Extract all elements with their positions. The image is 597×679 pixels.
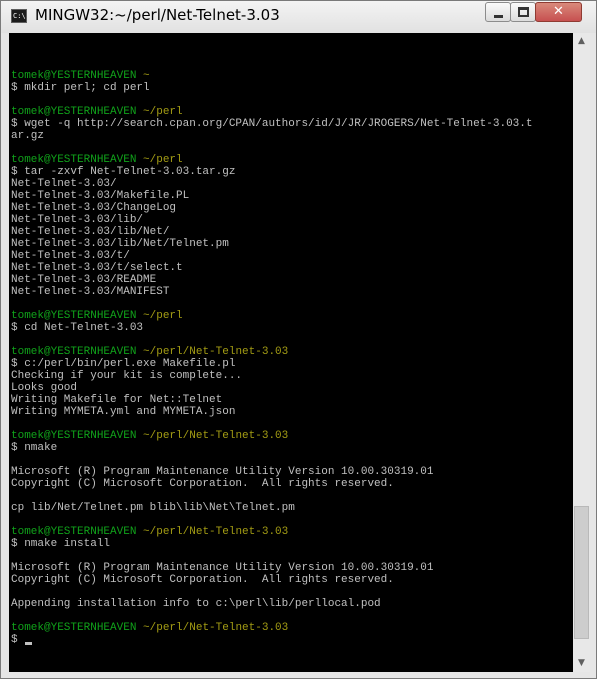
terminal-window: C:\ MINGW32:~/perl/Net-Telnet-3.03 ✕ tom…	[0, 0, 597, 679]
prompt-path: ~/perl	[143, 154, 183, 166]
prompt-user-host: tomek@YESTERNHEAVEN	[11, 106, 137, 118]
prompt-user-host: tomek@YESTERNHEAVEN	[11, 526, 137, 538]
output-line: Writing MYMETA.yml and MYMETA.json	[11, 406, 236, 418]
output-line: Microsoft (R) Program Maintenance Utilit…	[11, 562, 434, 574]
minimize-button[interactable]	[485, 2, 511, 22]
prompt-line: tomek@YESTERNHEAVEN ~/perl	[11, 154, 571, 166]
output-line: Net-Telnet-3.03/lib/	[11, 214, 144, 226]
output-line: Net-Telnet-3.03/t/select.t	[11, 262, 183, 274]
window-title: MINGW32:~/perl/Net-Telnet-3.03	[35, 6, 280, 24]
prompt-user-host: tomek@YESTERNHEAVEN	[11, 310, 137, 322]
scroll-down-arrow-icon[interactable]: ▼	[573, 655, 590, 672]
prompt-line: tomek@YESTERNHEAVEN ~/perl/Net-Telnet-3.…	[11, 526, 571, 538]
prompt-line: tomek@YESTERNHEAVEN ~/perl/Net-Telnet-3.…	[11, 622, 571, 634]
output-line: $ wget -q http://search.cpan.org/CPAN/au…	[11, 118, 533, 130]
output-line: ar.gz	[11, 130, 45, 142]
output-line: Copyright (C) Microsoft Corporation. All…	[11, 574, 394, 586]
minimize-icon	[494, 15, 503, 18]
output-line: Net-Telnet-3.03/README	[11, 274, 157, 286]
prompt-path: ~/perl/Net-Telnet-3.03	[143, 622, 289, 634]
prompt-path: ~/perl/Net-Telnet-3.03	[143, 526, 289, 538]
output-line: Net-Telnet-3.03/t/	[11, 250, 130, 262]
output-line: Net-Telnet-3.03/lib/Net/Telnet.pm	[11, 238, 229, 250]
scrollbar-thumb[interactable]	[574, 506, 589, 639]
active-command-line: $	[11, 634, 571, 646]
title-bar[interactable]: C:\ MINGW32:~/perl/Net-Telnet-3.03 ✕	[1, 1, 596, 33]
prompt-path: ~	[143, 70, 150, 82]
prompt-symbol: $	[11, 634, 18, 646]
prompt-line: tomek@YESTERNHEAVEN ~/perl	[11, 106, 571, 118]
maximize-button[interactable]	[510, 2, 536, 22]
console-app-icon[interactable]: C:\	[11, 9, 27, 23]
output-line: Net-Telnet-3.03/lib/Net/	[11, 226, 170, 238]
output-line: Appending installation info to c:\perl\l…	[11, 598, 381, 610]
output-line: Writing Makefile for Net::Telnet	[11, 394, 223, 406]
output-line: Copyright (C) Microsoft Corporation. All…	[11, 478, 394, 490]
prompt-user-host: tomek@YESTERNHEAVEN	[11, 70, 137, 82]
prompt-path: ~/perl	[143, 310, 183, 322]
prompt-user-host: tomek@YESTERNHEAVEN	[11, 154, 137, 166]
scroll-up-arrow-icon[interactable]: ▲	[573, 33, 590, 50]
output-line: Net-Telnet-3.03/ChangeLog	[11, 202, 177, 214]
close-button[interactable]: ✕	[535, 2, 582, 22]
output-line: cp lib/Net/Telnet.pm blib\lib\Net\Telnet…	[11, 502, 295, 514]
console-output-area[interactable]: tomek@YESTERNHEAVEN ~ $ mkdir perl; cd pe…	[9, 33, 573, 672]
prompt-user-host: tomek@YESTERNHEAVEN	[11, 622, 137, 634]
vertical-scrollbar[interactable]: ▲ ▼	[573, 33, 590, 672]
prompt-user-host: tomek@YESTERNHEAVEN	[11, 430, 137, 442]
terminal-text: tomek@YESTERNHEAVEN ~ $ mkdir perl; cd pe…	[11, 34, 571, 646]
text-cursor[interactable]	[24, 642, 32, 645]
output-line: Microsoft (R) Program Maintenance Utilit…	[11, 466, 434, 478]
output-line: Net-Telnet-3.03/Makefile.PL	[11, 190, 190, 202]
output-line: $ tar -zxvf Net-Telnet-3.03.tar.gz	[11, 166, 236, 178]
prompt-path: ~/perl/Net-Telnet-3.03	[143, 430, 289, 442]
output-line: Looks good	[11, 382, 78, 394]
close-icon: ✕	[553, 4, 564, 19]
prompt-path: ~/perl	[143, 106, 183, 118]
output-line: $ c:/perl/bin/perl.exe Makefile.pl	[11, 358, 236, 370]
output-line: $ nmake	[11, 442, 58, 454]
output-line: $ nmake install	[11, 538, 111, 550]
output-line: $ cd Net-Telnet-3.03	[11, 322, 144, 334]
prompt-line: tomek@YESTERNHEAVEN ~/perl/Net-Telnet-3.…	[11, 346, 571, 358]
prompt-path: ~/perl/Net-Telnet-3.03	[143, 346, 289, 358]
prompt-line: tomek@YESTERNHEAVEN ~	[11, 70, 571, 82]
output-line: Net-Telnet-3.03/MANIFEST	[11, 286, 170, 298]
prompt-line: tomek@YESTERNHEAVEN ~/perl/Net-Telnet-3.…	[11, 430, 571, 442]
maximize-icon	[518, 7, 529, 17]
output-line: Net-Telnet-3.03/	[11, 178, 117, 190]
prompt-user-host: tomek@YESTERNHEAVEN	[11, 346, 137, 358]
output-line: Checking if your kit is complete...	[11, 370, 243, 382]
output-line: $ mkdir perl; cd perl	[11, 82, 150, 94]
prompt-line: tomek@YESTERNHEAVEN ~/perl	[11, 310, 571, 322]
